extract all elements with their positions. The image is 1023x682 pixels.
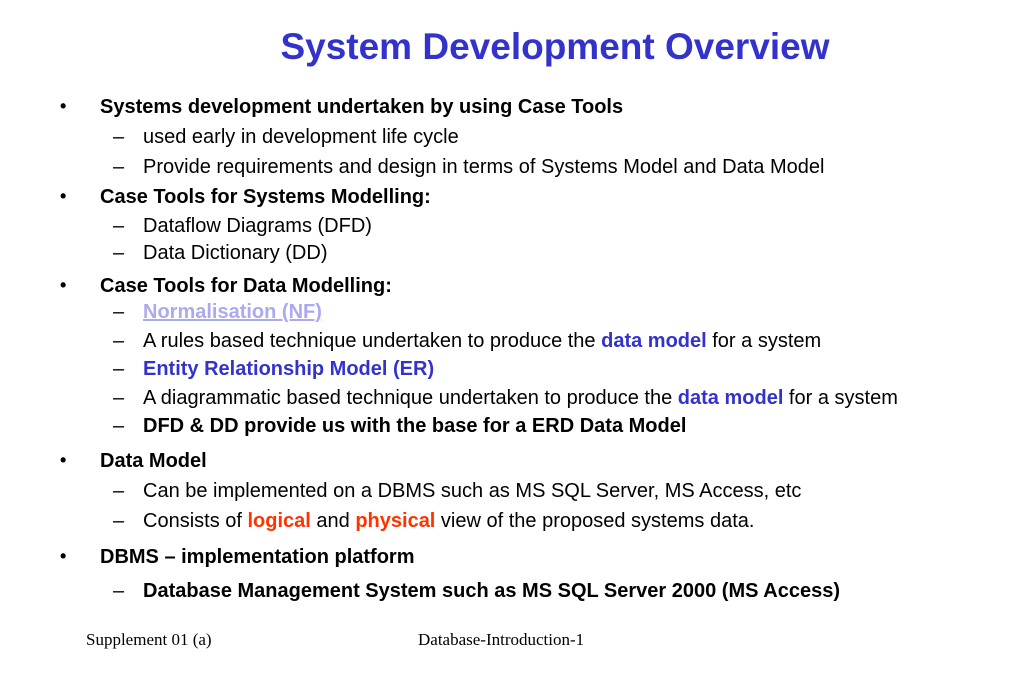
dash-icon: – [113, 387, 125, 409]
emphasis-data-model: data model [677, 387, 784, 409]
text-part: and [310, 510, 356, 532]
normalisation-link[interactable]: Normalisation (NF) [143, 302, 322, 322]
dash-icon: – [113, 358, 125, 380]
sub-item-text: A diagrammatic based technique undertake… [143, 388, 898, 408]
bullet-text: DBMS – implementation platform [100, 546, 415, 568]
sub-item-text: Can be implemented on a DBMS such as MS … [143, 480, 802, 502]
sub-item-text: A rules based technique undertaken to pr… [143, 331, 821, 351]
dash-icon: – [113, 242, 125, 264]
sub-item-er-model: Entity Relationship Model (ER) [143, 358, 435, 380]
bullet-text: Data Model [100, 450, 207, 472]
sub-item-text: used early in development life cycle [143, 126, 459, 148]
bullet-text: Case Tools for Systems Modelling: [100, 186, 431, 208]
bullet-icon: • [60, 275, 67, 295]
emphasis-physical: physical [355, 510, 436, 532]
sub-item-text: Data Dictionary (DD) [143, 242, 328, 264]
sub-item-text: Database Management System such as MS SQ… [143, 580, 840, 602]
bullet-icon: • [60, 186, 67, 206]
dash-icon: – [113, 215, 125, 237]
sub-item-text: Provide requirements and design in terms… [143, 156, 825, 178]
sub-item-text: Dataflow Diagrams (DFD) [143, 215, 372, 237]
footer-left: Supplement 01 (a) [86, 630, 212, 649]
text-part: A diagrammatic based technique undertake… [143, 387, 678, 409]
bullet-text: Systems development undertaken by using … [100, 96, 624, 118]
sub-item-text: DFD & DD provide us with the base for a … [143, 415, 687, 437]
emphasis-logical: logical [247, 510, 311, 532]
dash-icon: – [113, 126, 125, 148]
emphasis-data-model: data model [601, 330, 707, 352]
dash-icon: – [113, 156, 125, 178]
dash-icon: – [113, 330, 125, 352]
text-part: Consists of [143, 510, 248, 532]
bullet-icon: • [60, 96, 67, 116]
bullet-icon: • [60, 450, 67, 470]
text-part: view of the proposed systems data. [435, 510, 755, 532]
text-part: A rules based technique undertaken to pr… [143, 330, 602, 352]
dash-icon: – [113, 580, 125, 602]
dash-icon: – [113, 480, 125, 502]
slide-title: System Development Overview [280, 26, 830, 67]
slide: { "title": "System Development Overview"… [0, 0, 1023, 682]
footer-center: Database-Introduction-1 [418, 630, 585, 649]
text-part: for a system [706, 330, 822, 352]
text-part: for a system [783, 387, 898, 409]
sub-item-text: Consists of logical and physical view of… [143, 511, 754, 531]
bullet-text: Case Tools for Data Modelling: [100, 275, 392, 297]
dash-icon: – [113, 301, 125, 323]
dash-icon: – [113, 510, 125, 532]
dash-icon: – [113, 415, 125, 437]
bullet-icon: • [60, 546, 67, 566]
